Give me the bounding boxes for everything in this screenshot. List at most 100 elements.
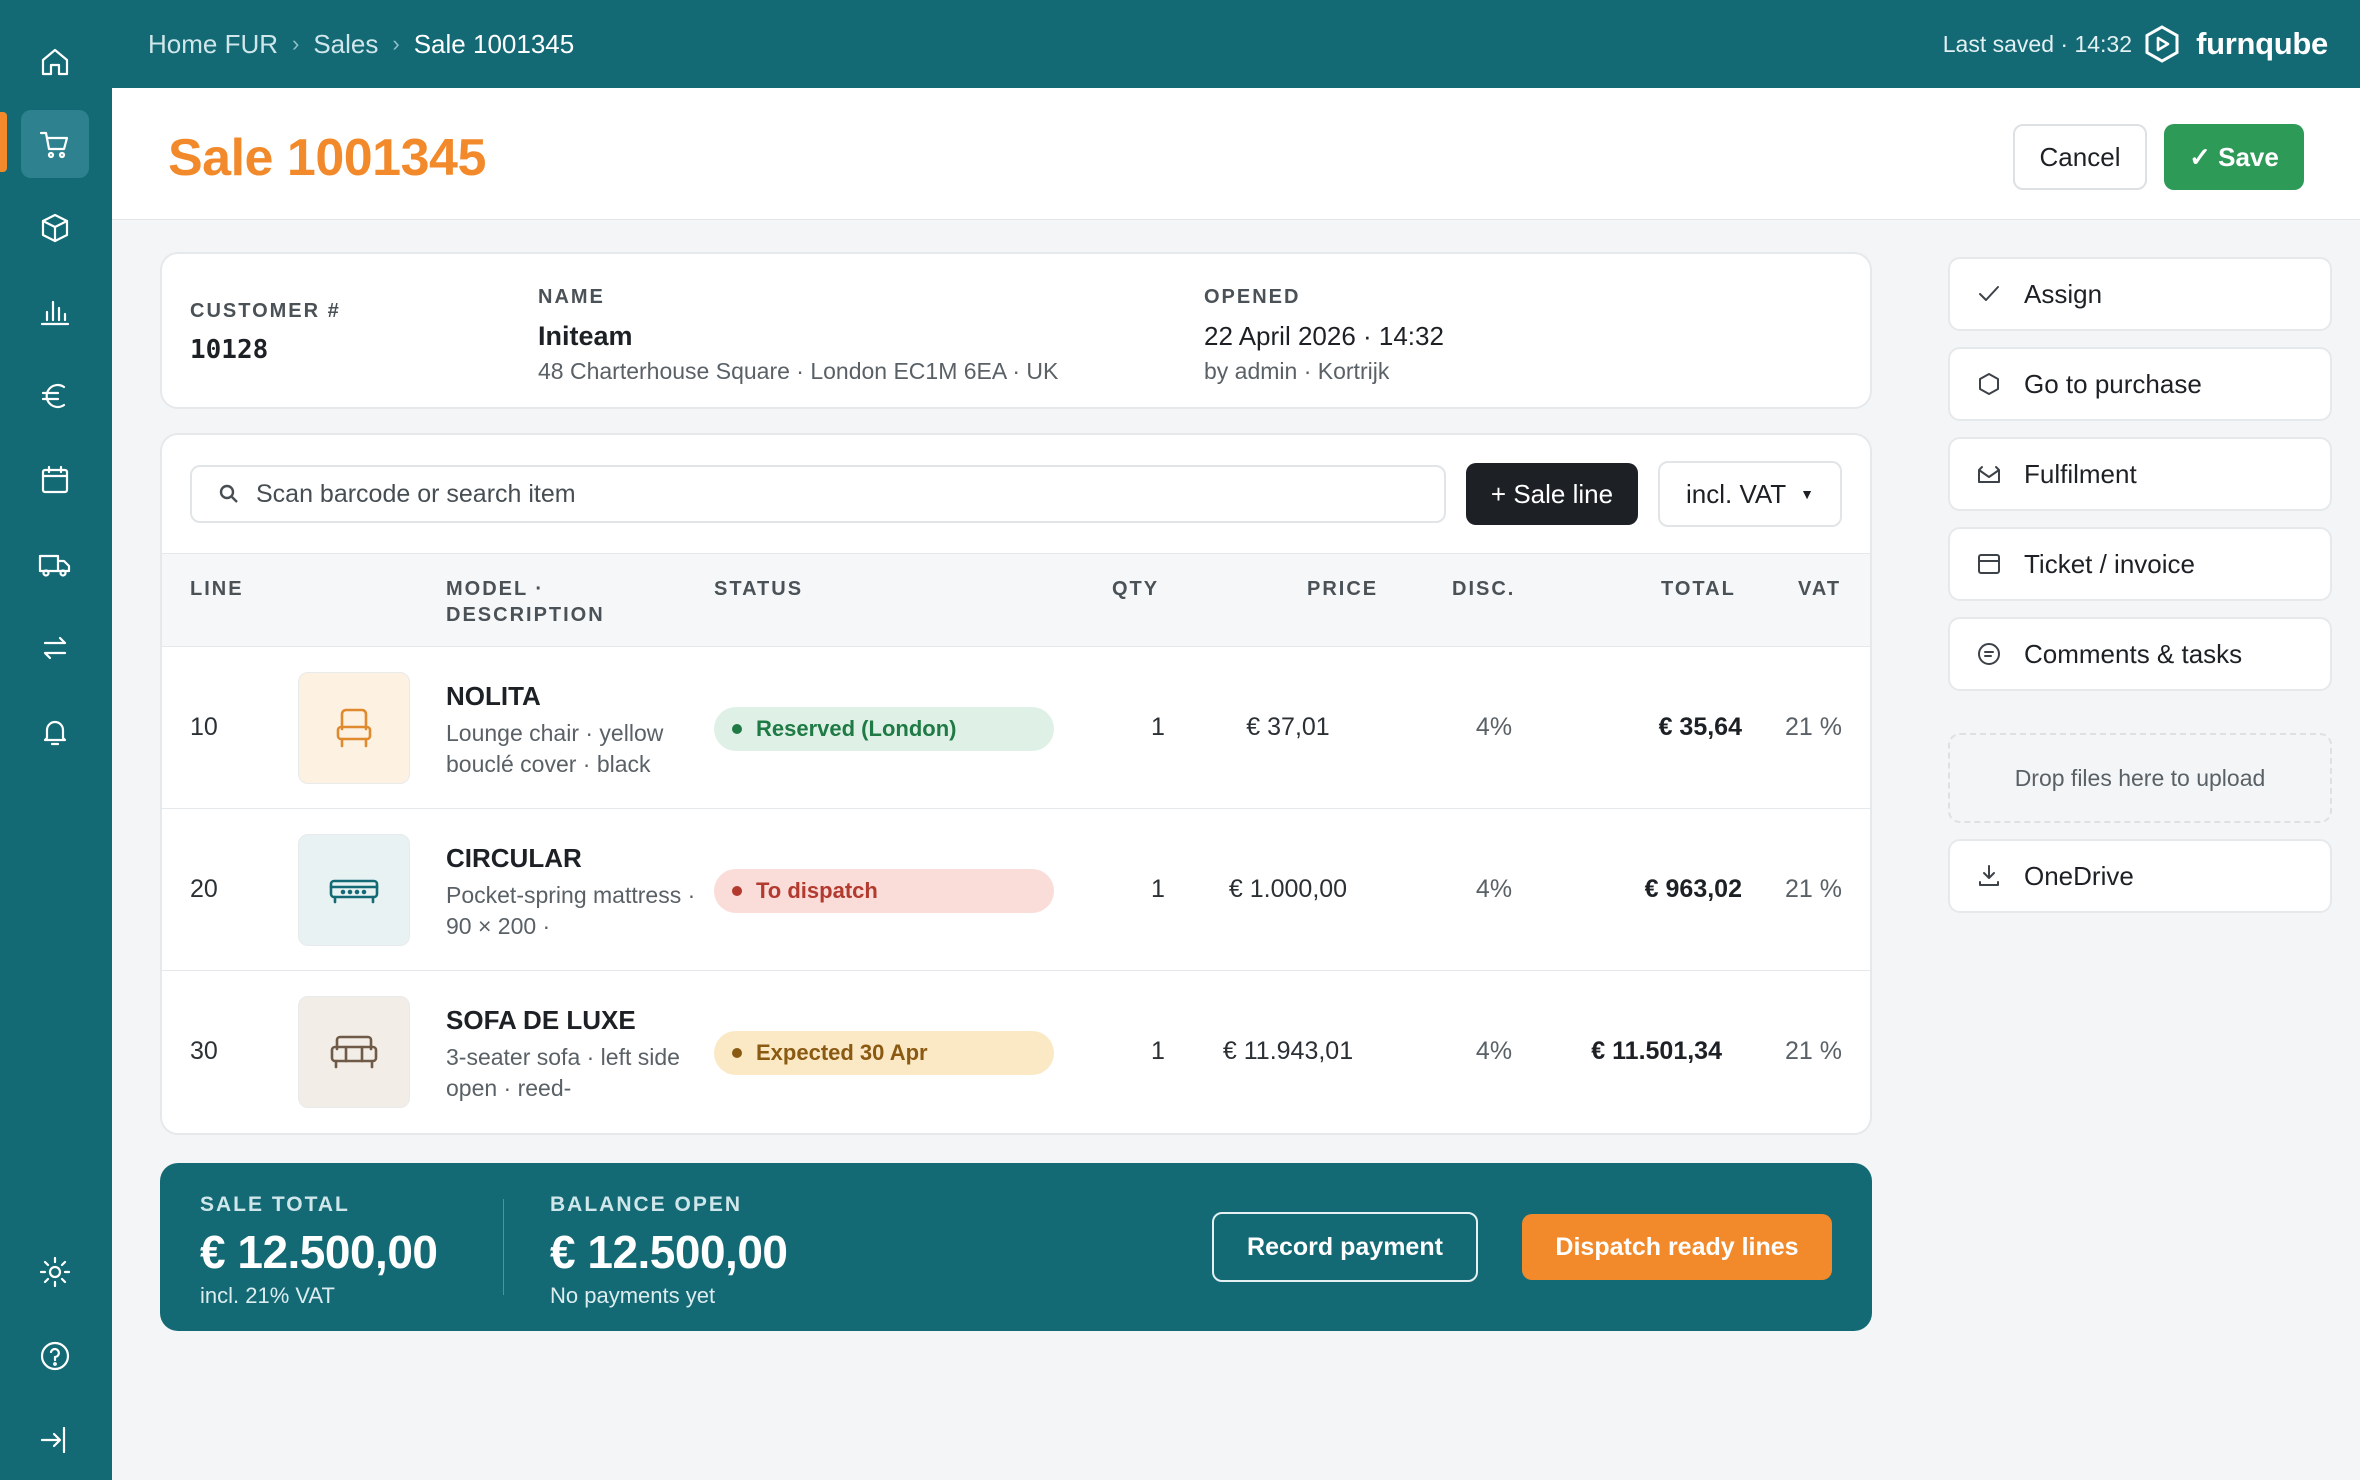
price-value[interactable]: € 11.943,01 bbox=[1212, 1037, 1364, 1066]
table-row[interactable]: 20 CIRCULAR Pocket-spring mattress · 90 … bbox=[162, 809, 1870, 971]
status-text: Expected 30 Apr bbox=[756, 1040, 928, 1065]
envelope-open-icon bbox=[1978, 466, 2000, 483]
sale-total-value: € 12.500,00 bbox=[200, 1226, 438, 1278]
status-badge: Expected 30 Apr bbox=[714, 1031, 1054, 1075]
nav-transfers[interactable] bbox=[21, 614, 89, 682]
customer-number[interactable]: 10128 bbox=[190, 335, 341, 365]
model-cell: CIRCULAR Pocket-spring mattress · 90 × 2… bbox=[446, 843, 696, 942]
nav-settings[interactable] bbox=[21, 1238, 89, 1306]
opened-block: OPENED 22 April 2026 · 14:32 by admin · … bbox=[1204, 286, 1444, 385]
nav-products[interactable] bbox=[21, 194, 89, 262]
nav-reports[interactable] bbox=[21, 278, 89, 346]
page-header: Sale 1001345 Cancel ✓ Save bbox=[112, 88, 2360, 220]
sofa-icon bbox=[330, 1035, 378, 1069]
last-saved-text: Last saved · 14:32 bbox=[1942, 30, 2132, 57]
col-model-line1: MODEL · bbox=[446, 578, 545, 600]
euro-icon bbox=[41, 383, 66, 409]
price-value[interactable]: € 37,01 bbox=[1212, 713, 1364, 742]
total-value: € 35,64 bbox=[1658, 713, 1742, 741]
nav-finance[interactable] bbox=[21, 362, 89, 430]
breadcrumb-home[interactable]: Home FUR bbox=[148, 29, 278, 60]
add-sale-line-button[interactable]: + Sale line bbox=[1466, 463, 1638, 525]
go-to-purchase-button[interactable]: Go to purchase bbox=[1948, 347, 2332, 421]
nav-home[interactable] bbox=[21, 28, 89, 96]
customer-address: 48 Charterhouse Square · London EC1M 6EA… bbox=[538, 358, 1059, 384]
price-value[interactable]: € 1.000,00 bbox=[1212, 875, 1364, 904]
customer-card: CUSTOMER # 10128 NAME Initeam 48 Charter… bbox=[160, 252, 1872, 409]
table-row[interactable]: 10 NOLITA Lounge chair · yellow bouclé c… bbox=[162, 647, 1870, 809]
truck-icon bbox=[38, 554, 71, 577]
model-name[interactable]: NOLITA bbox=[446, 681, 696, 712]
fulfilment-button[interactable]: Fulfilment bbox=[1948, 437, 2332, 511]
col-status: STATUS bbox=[714, 578, 804, 600]
model-description: 3-seater sofa · left side open · reed- bbox=[446, 1044, 680, 1101]
vat-value: 21 % bbox=[1785, 1037, 1842, 1065]
nav-calendar[interactable] bbox=[21, 446, 89, 514]
status-badge: Reserved (London) bbox=[714, 707, 1054, 751]
box-icon bbox=[41, 213, 69, 243]
cancel-button[interactable]: Cancel bbox=[2013, 124, 2147, 190]
total-value: € 11.501,34 bbox=[1591, 1037, 1722, 1065]
product-thumbnail bbox=[298, 996, 410, 1108]
status-text: To dispatch bbox=[756, 878, 878, 903]
onedrive-button[interactable]: OneDrive bbox=[1948, 839, 2332, 913]
comments-label: Comments & tasks bbox=[2024, 638, 2243, 669]
model-name[interactable]: CIRCULAR bbox=[446, 843, 696, 874]
customer-name-label: NAME bbox=[538, 286, 605, 308]
discount-value[interactable]: 4% bbox=[1464, 1037, 1524, 1066]
breadcrumb-sales[interactable]: Sales bbox=[313, 29, 378, 60]
record-payment-button[interactable]: Record payment bbox=[1212, 1212, 1478, 1282]
qty-value[interactable]: 1 bbox=[1148, 1037, 1168, 1066]
home-icon bbox=[41, 48, 69, 76]
help-icon bbox=[40, 1341, 70, 1371]
nav-logout[interactable] bbox=[21, 1406, 89, 1474]
dispatch-ready-lines-button[interactable]: Dispatch ready lines bbox=[1522, 1214, 1832, 1280]
sale-lines-card: Scan barcode or search item + Sale line … bbox=[160, 433, 1872, 1135]
col-model-line2: DESCRIPTION bbox=[446, 604, 605, 626]
customer-name[interactable]: Initeam bbox=[538, 321, 1058, 352]
assign-label: Assign bbox=[2024, 278, 2103, 309]
discount-value[interactable]: 4% bbox=[1464, 713, 1524, 742]
qty-value[interactable]: 1 bbox=[1148, 875, 1168, 904]
total-value: € 963,02 bbox=[1644, 875, 1742, 903]
sale-total-sub: incl. 21% VAT bbox=[200, 1283, 335, 1308]
ticket-invoice-button[interactable]: Ticket / invoice bbox=[1948, 527, 2332, 601]
vat-mode-select[interactable]: incl. VAT ▼ bbox=[1658, 461, 1842, 527]
nav-sales[interactable] bbox=[21, 110, 89, 178]
table-row[interactable]: 30 SOFA DE LUXE 3-seater sofa · left sid… bbox=[162, 971, 1870, 1133]
chevron-right-icon: › bbox=[292, 31, 300, 56]
search-input[interactable]: Scan barcode or search item bbox=[190, 465, 1446, 523]
nav-notifications[interactable] bbox=[21, 698, 89, 766]
fulfilment-label: Fulfilment bbox=[2024, 458, 2137, 489]
status-dot bbox=[732, 724, 742, 734]
status-badge: To dispatch bbox=[714, 869, 1054, 913]
opened-date: 22 April 2026 · 14:32 bbox=[1204, 321, 1444, 351]
col-line: LINE bbox=[190, 578, 244, 600]
assign-button[interactable]: Assign bbox=[1948, 257, 2332, 331]
sale-total-block: SALE TOTAL € 12.500,00 incl. 21% VAT bbox=[200, 1193, 438, 1309]
comments-tasks-button[interactable]: Comments & tasks bbox=[1948, 617, 2332, 691]
save-button[interactable]: ✓ Save bbox=[2164, 124, 2304, 190]
topbar: Home FUR › Sales › Sale 1001345 Last sav… bbox=[112, 0, 2360, 88]
bar-chart-icon bbox=[40, 300, 70, 326]
qty-value[interactable]: 1 bbox=[1148, 713, 1168, 742]
nav-delivery[interactable] bbox=[21, 530, 89, 598]
onedrive-label: OneDrive bbox=[2024, 860, 2134, 891]
receipt-icon bbox=[1978, 554, 2000, 574]
customer-name-block: NAME Initeam 48 Charterhouse Square · Lo… bbox=[538, 286, 1058, 385]
hexagon-icon bbox=[1979, 373, 1999, 395]
model-name[interactable]: SOFA DE LUXE bbox=[446, 1005, 696, 1036]
sidebar bbox=[0, 0, 112, 1480]
brand-logo[interactable]: furnqube bbox=[2142, 0, 2328, 88]
vat-mode-value: incl. VAT bbox=[1685, 478, 1787, 509]
line-number: 10 bbox=[190, 713, 218, 741]
nav-help[interactable] bbox=[21, 1322, 89, 1390]
totals-bar: SALE TOTAL € 12.500,00 incl. 21% VAT BAL… bbox=[160, 1163, 1872, 1331]
cart-icon bbox=[39, 131, 69, 159]
file-dropzone[interactable]: Drop files here to upload bbox=[1948, 733, 2332, 823]
brand-name: furnqube bbox=[2196, 26, 2328, 61]
discount-value[interactable]: 4% bbox=[1464, 875, 1524, 904]
status-text: Reserved (London) bbox=[756, 716, 957, 741]
comment-icon bbox=[1978, 643, 2000, 665]
purchase-label: Go to purchase bbox=[2024, 368, 2202, 399]
